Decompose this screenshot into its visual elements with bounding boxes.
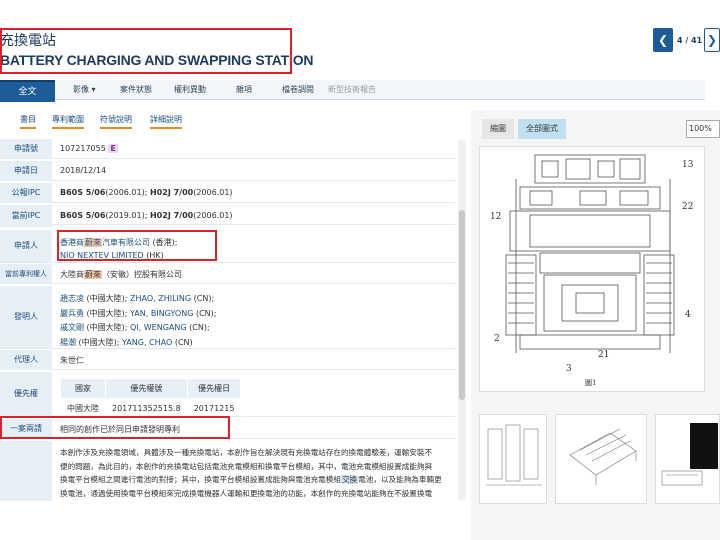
tab-images[interactable]: 影像 ▾ xyxy=(73,84,96,95)
thumbnail-figure xyxy=(661,470,703,486)
subtab-description[interactable]: 詳細說明 xyxy=(150,114,182,129)
thumbnail-figure xyxy=(486,424,542,486)
tab-all-drawings[interactable]: 全部圖式 xyxy=(518,119,566,139)
subtab-symbols[interactable]: 符號說明 xyxy=(100,114,132,129)
value-application-date: 2018/12/14 xyxy=(60,166,107,175)
figure-label: 12 xyxy=(490,212,501,222)
title-highlight-box xyxy=(0,28,292,74)
tab-tech-report[interactable]: 新型技術報告 xyxy=(328,84,376,95)
tab-file-request[interactable]: 檔卷調閱 xyxy=(282,84,314,95)
drawing-thumbnail-2[interactable] xyxy=(555,414,647,504)
tab-misc[interactable]: 雜項 xyxy=(236,84,252,95)
subtab-bibliography[interactable]: 書目 xyxy=(20,114,36,129)
inventor-item: 趙志凌 (中國大陸); ZHAO, ZHILING (CN); xyxy=(60,294,215,303)
applicant-highlight-box xyxy=(57,230,217,261)
priority-table: 國家 優先權號 優先權日 中國大陸 201711352515.8 2017121… xyxy=(60,378,242,419)
drawing-thumbnail-3[interactable] xyxy=(655,414,720,504)
label-application-date: 申請日 xyxy=(0,161,52,181)
drawing-figure: 13 12 22 4 2 3 21 圖1 xyxy=(490,154,694,387)
label-priority: 優先權 xyxy=(0,372,52,416)
patent-drawing[interactable]: 13 12 22 4 2 3 21 圖1 xyxy=(479,146,705,392)
label-current-owner: 當前專利權人 xyxy=(0,264,52,284)
figure-label: 2 xyxy=(494,334,500,344)
drawing-thumbnail-1[interactable] xyxy=(479,414,547,504)
figure-label: 22 xyxy=(682,202,693,212)
inventor-item: 戚文剛 (中國大陸); QI, WENGANG (CN); xyxy=(60,323,210,332)
abstract-text: 本創作涉及充換電領域，具體涉及一種充換電站，本創作旨在解決現有充換電站存在的換電… xyxy=(60,448,442,498)
inventor-item: 嚴兵勇 (中國大陸); YAN, BINGYONG (CN); xyxy=(60,308,217,318)
value-current-owner: 大陸商蔚來（安徽）控股有限公司 xyxy=(60,270,182,279)
tab-case-status[interactable]: 案件狀態 xyxy=(120,84,152,95)
subtab-claims[interactable]: 專利範圍 xyxy=(52,114,84,129)
label-application-number: 申請號 xyxy=(0,139,52,159)
value-inventors: 趙志凌 (中國大陸); ZHAO, ZHILING (CN); 嚴兵勇 (中國大… xyxy=(60,292,216,350)
inventor-item: 楊潮 (中國大陸); YANG, CHAO (CN) xyxy=(60,337,193,347)
figure-label: 21 xyxy=(598,350,609,360)
scrollbar-thumb[interactable] xyxy=(459,210,465,400)
figure-label: 4 xyxy=(685,310,691,320)
figure-caption: 圖1 xyxy=(585,379,596,387)
value-agent: 朱世仁 xyxy=(60,356,84,365)
value-pub-ipc: B60S 5/06(2006.01); H02J 7/00(2006.01) xyxy=(60,188,233,197)
label-current-ipc: 當前IPC xyxy=(0,205,52,227)
e-badge[interactable]: E xyxy=(108,144,118,153)
figure-label: 13 xyxy=(682,160,694,170)
abstract-label-cell xyxy=(0,441,52,501)
next-page-button[interactable]: ❯ xyxy=(704,28,720,52)
label-agent: 代理人 xyxy=(0,350,52,370)
tab-fulltext[interactable]: 全文 xyxy=(0,80,55,102)
label-applicant: 申請人 xyxy=(0,230,52,262)
same-day-highlight-box xyxy=(0,416,230,439)
tab-rights-change[interactable]: 權利異動 xyxy=(174,84,206,95)
priority-header-number: 優先權號 xyxy=(105,378,188,399)
value-current-ipc: B60S 5/06(2019.01); H02J 7/00(2006.01) xyxy=(60,211,233,220)
page-indicator: 4 / 41 xyxy=(677,36,703,45)
label-inventor: 發明人 xyxy=(0,286,52,348)
tab-thumbnails[interactable]: 縮圖 xyxy=(482,119,514,139)
value-application-number: 107217055 E xyxy=(60,144,118,153)
thumbnail-figure xyxy=(569,428,637,485)
chevron-left-icon: ❮ xyxy=(657,33,669,47)
label-pub-ipc: 公報IPC xyxy=(0,183,52,203)
chevron-right-icon: ❯ xyxy=(706,33,718,47)
zoom-input[interactable]: 100% xyxy=(686,120,720,138)
priority-header-date: 優先權日 xyxy=(186,378,242,399)
priority-header-country: 國家 xyxy=(60,378,106,399)
previous-page-button[interactable]: ❮ xyxy=(653,28,673,52)
figure-label: 3 xyxy=(566,364,572,374)
